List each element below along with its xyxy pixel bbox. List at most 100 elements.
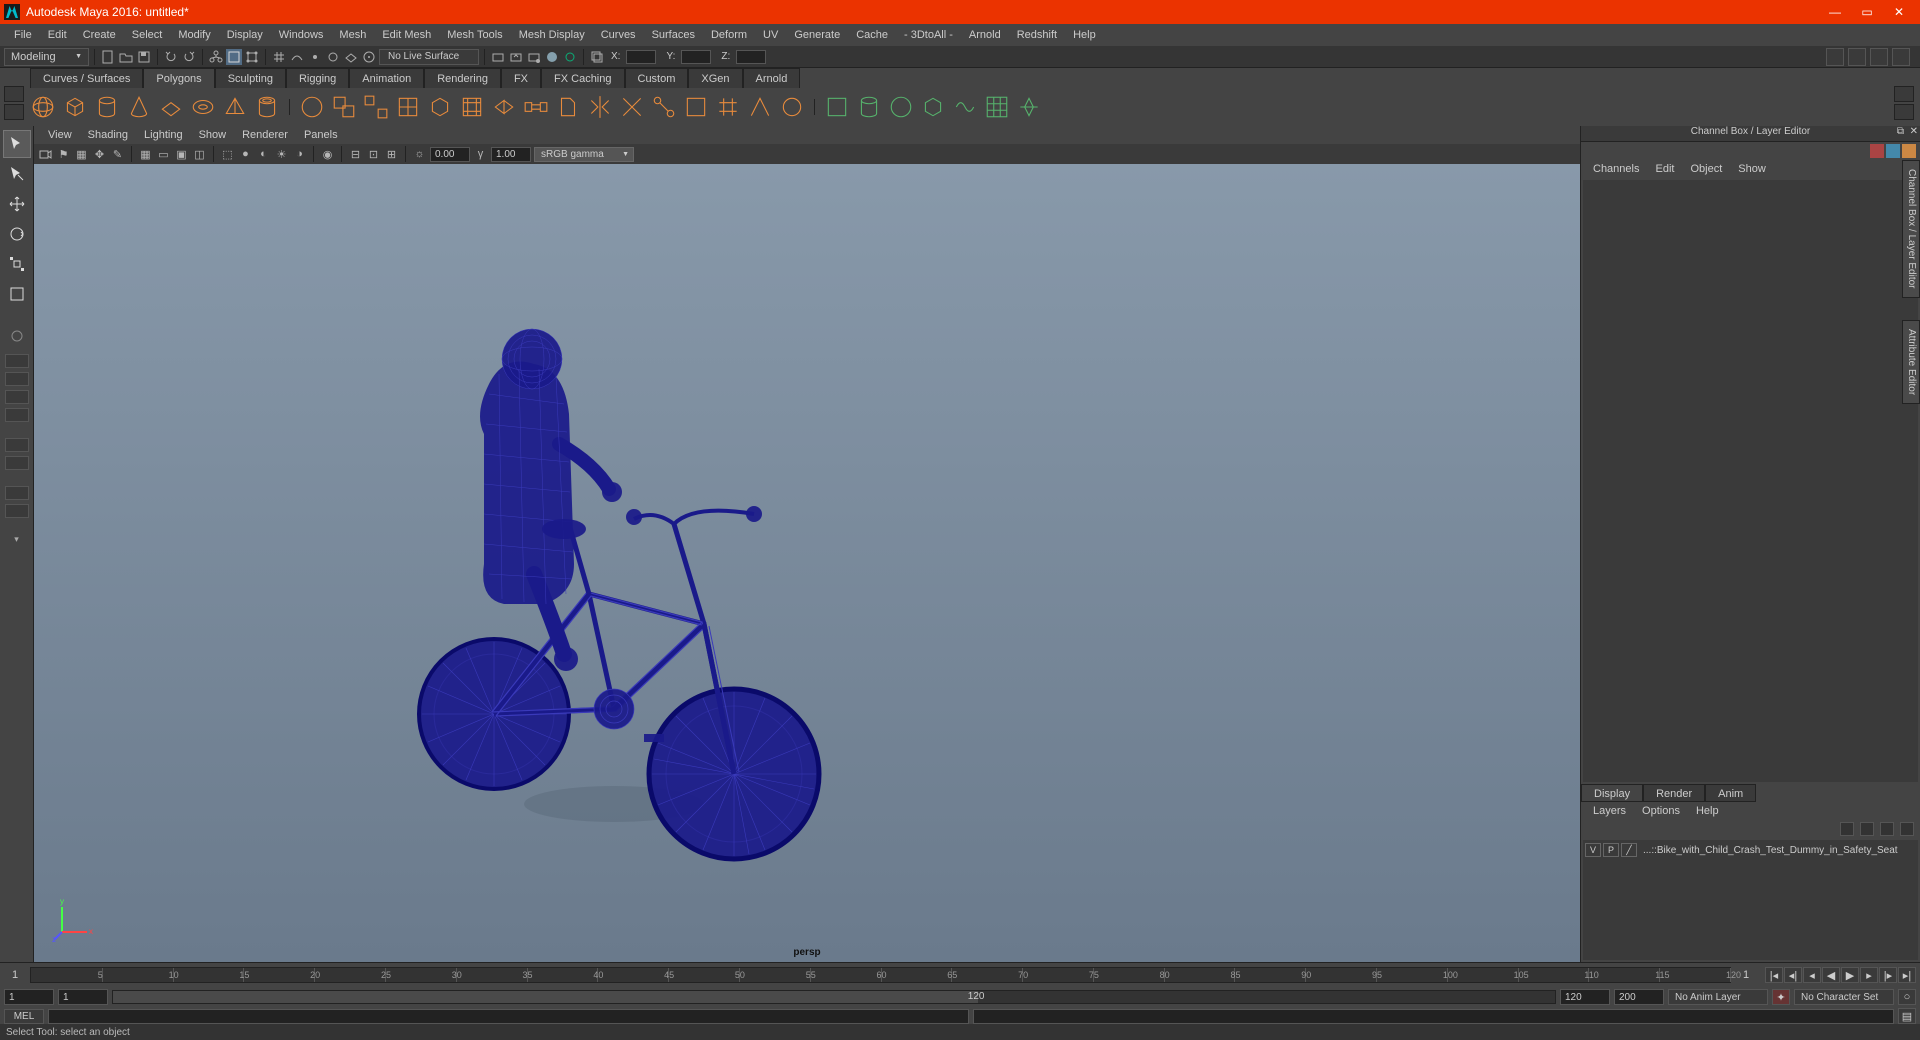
command-input[interactable] <box>48 1009 969 1024</box>
menu-cache[interactable]: Cache <box>848 29 896 41</box>
layer-move-up-icon[interactable] <box>1840 822 1854 836</box>
hypershade-icon[interactable] <box>544 49 560 65</box>
viz-grid-1[interactable] <box>5 354 29 368</box>
channel-box-icon[interactable] <box>1892 48 1910 66</box>
viewport[interactable]: y x z persp <box>34 164 1580 962</box>
coord-x-input[interactable] <box>626 50 656 64</box>
manip-x-icon[interactable] <box>1870 144 1884 158</box>
workspace-dropdown[interactable]: Modeling▼ <box>4 48 89 66</box>
target-weld-icon[interactable] <box>651 94 677 120</box>
cb-menu-object[interactable]: Object <box>1682 163 1730 175</box>
uv-cylindrical-icon[interactable] <box>856 94 882 120</box>
panel-menu-show[interactable]: Show <box>191 129 235 141</box>
menu-3dtoall[interactable]: - 3DtoAll - <box>896 29 961 41</box>
cb-menu-edit[interactable]: Edit <box>1647 163 1682 175</box>
gamma-icon[interactable]: γ <box>473 147 488 162</box>
layer-new-selected-icon[interactable] <box>1900 822 1914 836</box>
shelf-tab-fxcaching[interactable]: FX Caching <box>541 68 624 88</box>
play-back-button[interactable]: ◀ <box>1822 967 1840 983</box>
viz-grid-2[interactable] <box>5 372 29 386</box>
menu-edit-mesh[interactable]: Edit Mesh <box>374 29 439 41</box>
live-surface-dropdown[interactable]: No Live Surface <box>379 49 479 65</box>
xray-icon[interactable] <box>589 49 605 65</box>
shelf-tab-polygons[interactable]: Polygons <box>143 68 214 88</box>
layout-1[interactable] <box>5 438 29 452</box>
xray-toggle-icon[interactable]: ⊟ <box>348 147 363 162</box>
camera-select-icon[interactable] <box>38 147 53 162</box>
shelf-tab-rendering[interactable]: Rendering <box>424 68 501 88</box>
shelf-left-btn-2[interactable] <box>4 104 24 120</box>
panel-close-icon[interactable]: ✕ <box>1910 126 1918 137</box>
redo-icon[interactable] <box>181 49 197 65</box>
select-by-hierarchy-icon[interactable] <box>208 49 224 65</box>
play-forward-button[interactable]: ▶ <box>1841 967 1859 983</box>
uv-editor-icon[interactable] <box>984 94 1010 120</box>
bridge-icon[interactable] <box>523 94 549 120</box>
menu-file[interactable]: File <box>6 29 40 41</box>
wireframe-icon[interactable]: ⬚ <box>220 147 235 162</box>
gate-mask-icon[interactable]: ◫ <box>192 147 207 162</box>
snap-toggle[interactable] <box>3 322 31 350</box>
xray-active-icon[interactable]: ⊞ <box>384 147 399 162</box>
polyplane-icon[interactable] <box>158 94 184 120</box>
shelf-tab-animation[interactable]: Animation <box>349 68 424 88</box>
bookmark-icon[interactable]: ⚑ <box>56 147 71 162</box>
snap-plane-icon[interactable] <box>343 49 359 65</box>
panel-menu-lighting[interactable]: Lighting <box>136 129 191 141</box>
layer-row[interactable]: V P ╱ ...::Bike_with_Child_Crash_Test_Du… <box>1585 842 1916 858</box>
layer-menu-options[interactable]: Options <box>1634 805 1688 817</box>
shaded-icon[interactable]: ● <box>238 147 253 162</box>
shelf-tab-curves[interactable]: Curves / Surfaces <box>30 68 143 88</box>
shelf-tab-xgen[interactable]: XGen <box>688 68 742 88</box>
manip-y-icon[interactable] <box>1886 144 1900 158</box>
xray-joints-icon[interactable]: ⊡ <box>366 147 381 162</box>
layer-new-empty-icon[interactable] <box>1880 822 1894 836</box>
multicut-icon[interactable] <box>619 94 645 120</box>
exposure-icon[interactable]: ☼ <box>412 147 427 162</box>
layer-move-down-icon[interactable] <box>1860 822 1874 836</box>
select-by-component-icon[interactable] <box>244 49 260 65</box>
colorspace-dropdown[interactable]: sRGB gamma <box>534 147 634 162</box>
shelf-right-btn-2[interactable] <box>1894 104 1914 120</box>
boolean-icon[interactable] <box>427 94 453 120</box>
film-gate-icon[interactable]: ▭ <box>156 147 171 162</box>
render-icon[interactable] <box>490 49 506 65</box>
menu-mesh-display[interactable]: Mesh Display <box>511 29 593 41</box>
textured-icon[interactable]: ◐ <box>256 147 271 162</box>
tool-settings-icon[interactable] <box>1870 48 1888 66</box>
render-settings-icon[interactable] <box>526 49 542 65</box>
shadows-icon[interactable]: ◑ <box>292 147 307 162</box>
polycylinder-icon[interactable] <box>94 94 120 120</box>
snap-projected-icon[interactable] <box>325 49 341 65</box>
panel-menu-view[interactable]: View <box>40 129 80 141</box>
shelf-tab-rigging[interactable]: Rigging <box>286 68 349 88</box>
polytorus-icon[interactable] <box>190 94 216 120</box>
shelf-tab-custom[interactable]: Custom <box>625 68 689 88</box>
anim-start-input[interactable]: 1 <box>58 989 108 1005</box>
gamma-value[interactable]: 1.00 <box>491 147 531 162</box>
smooth-icon[interactable] <box>395 94 421 120</box>
crease-icon[interactable] <box>747 94 773 120</box>
mirror-icon[interactable] <box>587 94 613 120</box>
panel-menu-shading[interactable]: Shading <box>80 129 136 141</box>
viz-grid-4[interactable] <box>5 408 29 422</box>
rotate-tool[interactable] <box>3 220 31 248</box>
step-forward-key-button[interactable]: |▸ <box>1879 967 1897 983</box>
layer-tab-anim[interactable]: Anim <box>1705 784 1756 802</box>
viz-grid-3[interactable] <box>5 390 29 404</box>
snap-live-icon[interactable] <box>361 49 377 65</box>
menu-deform[interactable]: Deform <box>703 29 755 41</box>
layer-tab-render[interactable]: Render <box>1643 784 1705 802</box>
menu-arnold[interactable]: Arnold <box>961 29 1009 41</box>
attribute-editor-icon[interactable] <box>1848 48 1866 66</box>
combine-icon[interactable] <box>331 94 357 120</box>
range-end-input[interactable]: 200 <box>1614 989 1664 1005</box>
select-tool[interactable] <box>3 130 31 158</box>
new-scene-icon[interactable] <box>100 49 116 65</box>
layer-visible-toggle[interactable]: V <box>1585 843 1601 857</box>
step-back-key-button[interactable]: ◂| <box>1784 967 1802 983</box>
sculpt-icon[interactable] <box>779 94 805 120</box>
layer-name[interactable]: ...::Bike_with_Child_Crash_Test_Dummy_in… <box>1639 845 1898 856</box>
menu-generate[interactable]: Generate <box>786 29 848 41</box>
uv-planar-icon[interactable] <box>824 94 850 120</box>
